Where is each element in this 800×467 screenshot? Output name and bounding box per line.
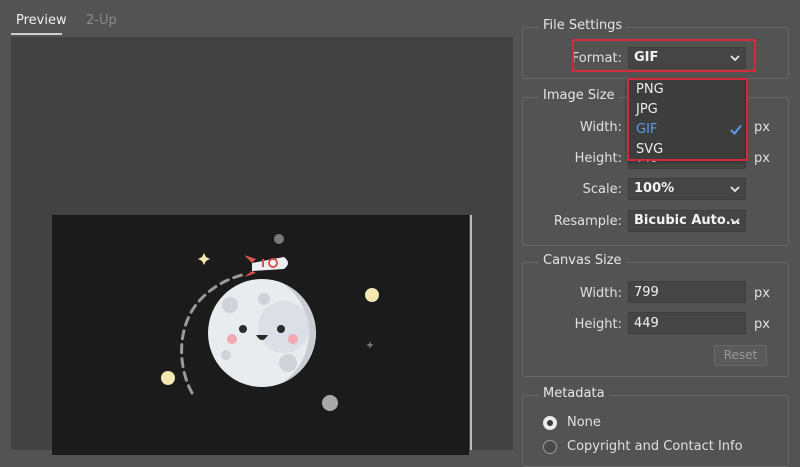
canvas-width-unit: px (754, 286, 770, 301)
metadata-copyright-label: Copyright and Contact Info (567, 439, 743, 454)
canvas-width-label: Width: (579, 286, 622, 301)
tab-2-up[interactable]: 2-Up (86, 13, 117, 28)
image-size-title: Image Size (539, 88, 619, 103)
reset-button[interactable]: Reset (714, 345, 767, 366)
tab-preview[interactable]: Preview (16, 13, 67, 28)
metadata-copyright-radio[interactable] (543, 440, 557, 454)
preview-scrollbar[interactable] (470, 215, 472, 450)
metadata-none-label: None (567, 415, 601, 430)
image-width-unit: px (754, 120, 770, 135)
chevron-down-icon (730, 186, 740, 193)
dropdown-highlight-box (627, 78, 748, 161)
canvas-width-value: 799 (634, 285, 659, 300)
scale-select[interactable]: 100% (628, 178, 746, 200)
preview-area (11, 37, 513, 455)
canvas-height-input[interactable]: 449 (628, 312, 746, 334)
metadata-none-radio[interactable] (543, 416, 557, 430)
image-height-unit: px (754, 151, 770, 166)
resample-select[interactable]: Bicubic Auto... (628, 210, 746, 232)
preview-artboard (52, 215, 469, 455)
canvas-height-unit: px (754, 317, 770, 332)
metadata-group (522, 395, 789, 467)
canvas-height-value: 449 (634, 316, 659, 331)
moon-illustration (161, 234, 379, 411)
image-height-label: Height: (574, 151, 622, 166)
file-settings-title: File Settings (539, 18, 627, 33)
metadata-title: Metadata (539, 386, 609, 401)
format-highlight-box (572, 39, 756, 72)
chevron-down-icon (730, 218, 740, 225)
scale-label: Scale: (582, 182, 622, 197)
canvas-width-input[interactable]: 799 (628, 281, 746, 303)
image-width-label: Width: (579, 120, 622, 135)
canvas-size-title: Canvas Size (539, 253, 626, 268)
active-tab-indicator (11, 33, 62, 35)
scale-select-value: 100% (634, 181, 675, 196)
resample-select-value: Bicubic Auto... (634, 213, 741, 228)
resample-label: Resample: (553, 214, 622, 229)
canvas-height-label: Height: (574, 317, 622, 332)
